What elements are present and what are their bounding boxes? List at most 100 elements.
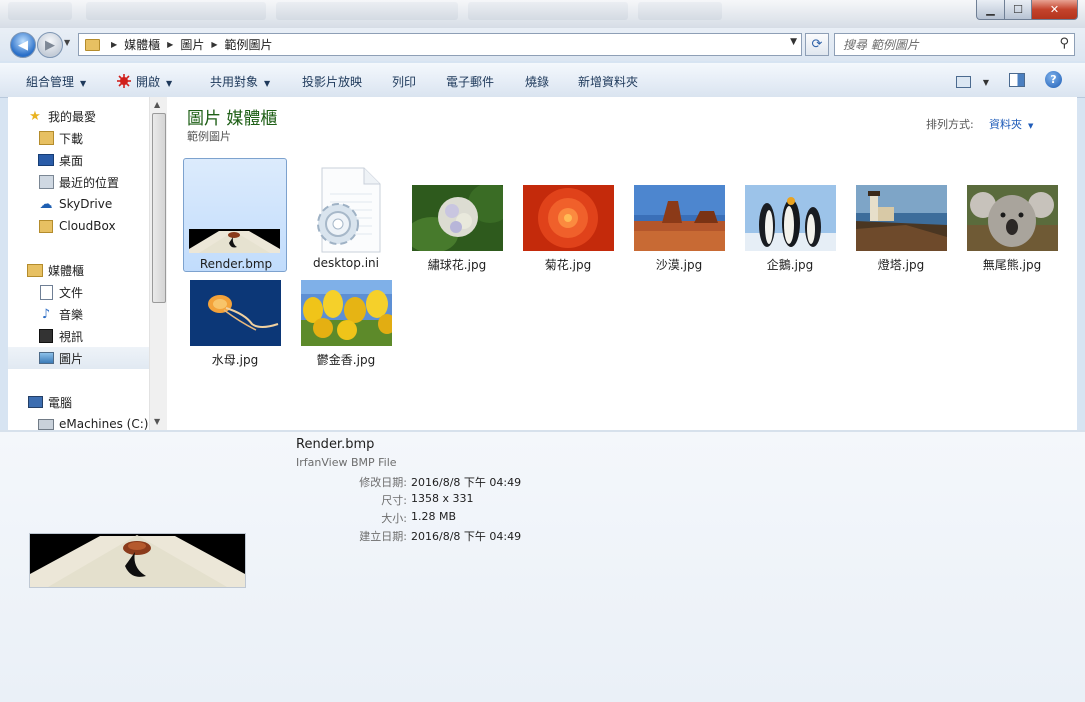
chevron-down-icon: ▼ xyxy=(166,79,173,88)
nav-item-computer[interactable]: 電腦 xyxy=(27,391,72,413)
file-item[interactable]: 企鵝.jpg xyxy=(738,158,842,272)
chevron-right-icon[interactable]: ▶ xyxy=(211,40,217,49)
preview-pane-button[interactable] xyxy=(1009,73,1025,90)
nav-item-libraries[interactable]: 媒體櫃 xyxy=(27,259,84,281)
nav-item-drive-c[interactable]: eMachines (C:) xyxy=(38,413,148,430)
desert-thumbnail xyxy=(634,185,725,251)
nav-item-skydrive[interactable]: ☁ SkyDrive xyxy=(38,193,113,215)
details-value: 1.28 MB xyxy=(411,510,457,523)
nav-label: 音樂 xyxy=(59,307,84,322)
organize-label: 組合管理 xyxy=(26,75,75,89)
breadcrumb-item[interactable]: 圖片 xyxy=(180,36,204,53)
nav-label: SkyDrive xyxy=(59,197,113,211)
breadcrumb-item[interactable]: 媒體櫃 xyxy=(124,36,160,53)
pictures-icon xyxy=(38,350,54,366)
chevron-down-icon[interactable]: ▼ xyxy=(790,37,797,47)
file-item[interactable]: 鬱金香.jpg xyxy=(294,253,398,367)
details-file-type: IrfanView BMP File xyxy=(296,456,397,469)
print-button[interactable]: 列印 xyxy=(392,73,416,90)
file-name: 水母.jpg xyxy=(211,353,259,367)
drive-icon xyxy=(38,416,54,430)
preview-image xyxy=(29,533,246,588)
nav-item-downloads[interactable]: 下載 xyxy=(38,127,83,149)
folder-icon xyxy=(38,218,54,234)
penguins-thumbnail xyxy=(745,185,836,251)
maximize-button[interactable]: ☐ xyxy=(1004,0,1032,20)
open-menu[interactable]: 開啟 ▼ xyxy=(117,73,172,90)
details-row: 大小: 1.28 MB xyxy=(0,510,1085,528)
view-icon xyxy=(956,75,971,88)
forward-button[interactable]: ▶ xyxy=(37,32,63,58)
nav-item-documents[interactable]: 文件 xyxy=(38,281,83,303)
details-label: 建立日期: xyxy=(359,530,407,543)
render-thumbnail xyxy=(189,229,280,253)
hydrangea-thumbnail xyxy=(412,185,503,251)
desktop-icon xyxy=(38,152,54,168)
scroll-up-icon[interactable]: ▲ xyxy=(154,100,160,109)
details-pane: Render.bmp IrfanView BMP File 修改日期: 2016… xyxy=(0,432,1085,702)
share-menu[interactable]: 共用對象 ▼ xyxy=(210,73,270,90)
close-button[interactable]: ✕ xyxy=(1031,0,1078,20)
search-icon[interactable]: ⚲ xyxy=(1059,36,1069,51)
view-options-button[interactable]: ▼ xyxy=(956,74,989,88)
back-button[interactable]: ◀ xyxy=(10,32,36,58)
nav-item-music[interactable]: ♪ 音樂 xyxy=(38,303,83,325)
slideshow-button[interactable]: 投影片放映 xyxy=(302,73,362,90)
film-icon xyxy=(38,328,54,344)
details-value[interactable]: 2016/8/8 下午 04:49 xyxy=(411,474,521,490)
burn-button[interactable]: 燒錄 xyxy=(525,73,549,90)
nav-item-cloudbox[interactable]: CloudBox xyxy=(38,215,116,237)
cloud-icon: ☁ xyxy=(39,196,53,212)
preview-pane-icon xyxy=(1009,73,1025,87)
navigation-pane: ★ 我的最愛 下載 桌面 最近的位置 ☁ SkyDrive CloudBox 媒體櫃… xyxy=(8,97,167,430)
details-value[interactable]: 2016/8/8 下午 04:49 xyxy=(411,528,521,544)
refresh-button[interactable]: ⟳ xyxy=(805,33,829,56)
chevron-right-icon[interactable]: ▶ xyxy=(167,40,173,49)
help-button[interactable]: ? xyxy=(1045,71,1062,88)
file-item[interactable]: 水母.jpg xyxy=(183,253,287,367)
arrow-right-icon: ▶ xyxy=(45,37,55,53)
details-row: 修改日期: 2016/8/8 下午 04:49 xyxy=(0,474,1085,492)
nav-item-favorites[interactable]: ★ 我的最愛 xyxy=(27,105,96,127)
minimize-button[interactable]: ▁ xyxy=(976,0,1005,20)
search-input[interactable] xyxy=(841,34,1045,55)
file-item[interactable]: 菊花.jpg xyxy=(516,158,620,272)
chevron-right-icon[interactable]: ▶ xyxy=(111,40,117,49)
organize-menu[interactable]: 組合管理 ▼ xyxy=(26,73,86,90)
chevron-down-icon: ▼ xyxy=(264,79,271,88)
details-label: 尺寸: xyxy=(381,494,407,507)
breadcrumb-item[interactable]: 範例圖片 xyxy=(225,36,273,53)
recent-pages-dropdown[interactable]: ▼ xyxy=(64,38,70,47)
arrange-by-dropdown[interactable]: 資料夾 ▼ xyxy=(989,116,1033,132)
file-item[interactable]: 沙漠.jpg xyxy=(627,158,731,272)
chrysanthemum-thumbnail xyxy=(523,185,614,251)
nav-item-desktop[interactable]: 桌面 xyxy=(38,149,83,171)
new-folder-button[interactable]: 新增資料夾 xyxy=(578,73,638,90)
search-box[interactable]: ⚲ xyxy=(834,33,1075,56)
breadcrumb: ▶ 媒體櫃 ▶ 圖片 ▶ 範例圖片 xyxy=(104,36,273,53)
library-icon xyxy=(27,262,43,278)
nav-item-recent[interactable]: 最近的位置 xyxy=(38,171,119,193)
library-subtitle: 範例圖片 xyxy=(187,130,231,143)
background-tab xyxy=(468,2,628,20)
scroll-down-icon[interactable]: ▼ xyxy=(154,417,160,426)
file-name: 鬱金香.jpg xyxy=(316,353,376,367)
arrange-by-label: 排列方式: xyxy=(926,118,974,131)
file-item[interactable]: 無尾熊.jpg xyxy=(960,158,1064,272)
email-button[interactable]: 電子郵件 xyxy=(446,73,494,90)
nav-item-videos[interactable]: 視訊 xyxy=(38,325,83,347)
scrollbar-thumb[interactable] xyxy=(152,113,166,303)
nav-item-pictures[interactable]: 圖片 xyxy=(8,347,149,369)
file-item[interactable]: 燈塔.jpg xyxy=(849,158,953,272)
arrow-left-icon: ◀ xyxy=(18,37,28,53)
file-name: 繡球花.jpg xyxy=(427,258,487,272)
help-icon: ? xyxy=(1045,71,1062,88)
nav-label: CloudBox xyxy=(59,219,116,233)
star-icon: ★ xyxy=(29,108,41,124)
nav-label: 下載 xyxy=(59,131,84,146)
file-item[interactable]: 繡球花.jpg xyxy=(405,158,509,272)
nav-scrollbar[interactable]: ▲ ▼ xyxy=(149,97,167,430)
nav-label: 電腦 xyxy=(48,395,73,410)
address-bar[interactable]: ▶ 媒體櫃 ▶ 圖片 ▶ 範例圖片 ▼ xyxy=(78,33,802,56)
background-tab xyxy=(638,2,722,20)
